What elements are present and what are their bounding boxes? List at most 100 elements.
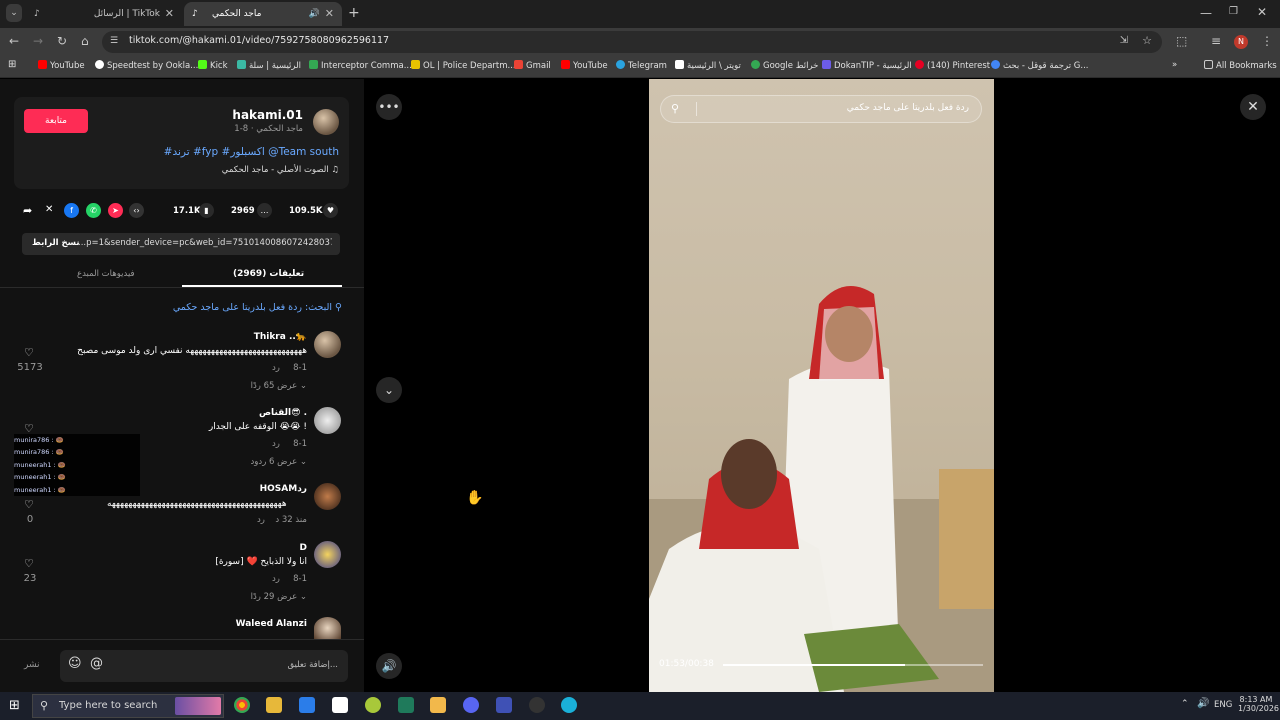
bookmark-item[interactable]: Speedtest by Ookla...	[95, 60, 198, 71]
next-video-chevron-icon[interactable]: ⌄	[376, 377, 402, 403]
comment-like-heart-icon[interactable]: ♡	[24, 498, 34, 511]
view-replies-button[interactable]: عرض 65 ردًا ⌄	[251, 381, 307, 391]
close-tab-icon[interactable]: ✕	[165, 2, 174, 26]
facebook-icon[interactable]: f	[64, 203, 79, 218]
bookmark-item[interactable]: YouTube	[38, 60, 85, 71]
commenter-name[interactable]: Waleed Alanzi	[236, 619, 307, 629]
reload-icon[interactable]: ↻	[57, 34, 67, 48]
media-icon[interactable]: ≡	[1211, 34, 1221, 48]
mention-icon[interactable]: @	[90, 656, 103, 671]
reply-button[interactable]: رد	[272, 574, 280, 584]
volume-icon[interactable]: 🔊	[376, 653, 402, 679]
author-username[interactable]: hakami.01	[232, 108, 303, 122]
new-tab-button[interactable]: +	[348, 5, 360, 21]
discord-icon[interactable]	[463, 697, 479, 713]
close-icon[interactable]: ✕	[1240, 94, 1266, 120]
view-replies-button[interactable]: عرض 29 ردًا ⌄	[251, 592, 307, 602]
bookmark-icon[interactable]: ▮	[199, 203, 214, 218]
bookmark-item[interactable]: Interceptor Comma...	[309, 60, 412, 71]
view-replies-button[interactable]: عرض 6 ردود ⌄	[251, 457, 307, 467]
bookmark-item[interactable]: (140) Pinterest	[915, 60, 990, 71]
bookmark-item[interactable]: Kick	[198, 60, 228, 71]
share-icon[interactable]: ➦	[23, 204, 32, 217]
all-bookmarks-folder[interactable]: All Bookmarks	[1204, 60, 1277, 71]
copy-link-button[interactable]: نسخ الرابط	[32, 238, 80, 248]
home-icon[interactable]: ⌂	[81, 34, 89, 48]
x-twitter-icon[interactable]: ✕	[45, 204, 53, 215]
site-info-icon[interactable]: ☰	[110, 36, 118, 46]
commenter-avatar[interactable]	[314, 617, 341, 639]
app-icon[interactable]	[430, 697, 446, 713]
reply-button[interactable]: رد	[272, 439, 280, 449]
bookmark-item[interactable]: تويتر \ الرئيسية	[675, 60, 741, 71]
reply-button[interactable]: رد	[272, 363, 280, 373]
edge-icon[interactable]	[561, 697, 577, 713]
taskbar-search[interactable]: ⚲ Type here to search	[32, 694, 224, 718]
app-icon[interactable]	[365, 697, 381, 713]
like-heart-icon[interactable]: ♥	[323, 203, 338, 218]
bookmark-item[interactable]: الرئيسية | سلة	[237, 60, 301, 71]
bookmark-star-icon[interactable]: ☆	[1142, 34, 1152, 47]
sound-label[interactable]: الصوت الأصلي - ماجد الحكمي ♫	[222, 165, 339, 175]
bookmark-item[interactable]: DokanTIP - الرئيسية	[822, 60, 912, 71]
close-window-icon[interactable]: ✕	[1257, 5, 1267, 19]
forward-icon[interactable]: →	[33, 34, 43, 48]
store-icon[interactable]	[299, 697, 315, 713]
comment-search-suggestion[interactable]: البحث: ردة فعل بلدريتا على ماجد حكمي ⚲	[173, 302, 342, 313]
mail-icon[interactable]	[332, 697, 348, 713]
chrome-icon[interactable]	[234, 697, 250, 713]
clock[interactable]: 8:13 AM 1/30/2026	[1238, 695, 1279, 713]
post-comment-button[interactable]: نشر	[24, 660, 40, 670]
comment-like-heart-icon[interactable]: ♡	[24, 557, 34, 570]
comment-like-heart-icon[interactable]: ♡	[24, 346, 34, 359]
tab-creator-videos[interactable]: فيديوهات المبدع	[77, 269, 135, 279]
comment-icon[interactable]: …	[257, 203, 272, 218]
more-bookmarks-icon[interactable]: »	[1172, 60, 1177, 70]
comment-input[interactable]: ☺ @ إضافة تعليق...	[60, 650, 348, 682]
commenter-avatar[interactable]	[314, 541, 341, 568]
bookmark-item[interactable]: ترجمة قوقل - بحث G...	[991, 60, 1089, 71]
app-icon[interactable]	[496, 697, 512, 713]
bookmark-item[interactable]: YouTube	[561, 60, 608, 71]
video-search-bar[interactable]: ⚲ ردة فعل بلدريتا على ماجد حكمي	[660, 95, 982, 123]
commenter-avatar[interactable]	[314, 483, 341, 510]
extensions-icon[interactable]: ⬚	[1176, 34, 1187, 48]
xbox-icon[interactable]	[398, 697, 414, 713]
embed-icon[interactable]: ‹›	[129, 203, 144, 218]
tray-chevron-icon[interactable]: ⌃	[1181, 699, 1189, 709]
bookmark-item[interactable]: Telegram	[616, 60, 667, 71]
tab-messages[interactable]: ♪ الرسائل | TikTok ✕	[28, 2, 180, 26]
app-icon[interactable]	[529, 697, 545, 713]
whatsapp-icon[interactable]: ✆	[86, 203, 101, 218]
volume-tray-icon[interactable]: 🔊	[1197, 698, 1209, 709]
video-progress-bar[interactable]	[723, 664, 983, 666]
minimize-icon[interactable]: —	[1200, 6, 1212, 20]
speaker-icon[interactable]: 🔊	[309, 2, 320, 26]
close-tab-icon[interactable]: ✕	[325, 2, 334, 26]
install-icon[interactable]: ⇲	[1120, 35, 1128, 46]
commenter-avatar[interactable]	[314, 407, 341, 434]
language-indicator[interactable]: ENG	[1214, 700, 1232, 710]
address-bar[interactable]: ☰ tiktok.com/@hakami.01/video/7592758080…	[102, 31, 1162, 53]
bookmark-item[interactable]: Gmail	[514, 60, 551, 71]
windows-start-icon[interactable]: ⊞	[9, 698, 20, 713]
bookmark-item[interactable]: Google خرائط	[751, 60, 818, 71]
commenter-avatar[interactable]	[314, 331, 341, 358]
emoji-icon[interactable]: ☺	[68, 656, 82, 671]
post-caption[interactable]: #ترند #fyp #اكسبلور @Team south	[164, 146, 339, 158]
file-explorer-icon[interactable]	[266, 697, 282, 713]
reply-button[interactable]: رد	[257, 515, 265, 525]
commenter-name[interactable]: القناص😎 .	[259, 408, 307, 418]
apps-icon[interactable]: ⊞	[8, 59, 16, 70]
author-avatar[interactable]	[313, 109, 339, 135]
restore-icon[interactable]: ❐	[1229, 6, 1238, 17]
bookmark-item[interactable]: OL | Police Departm...	[411, 60, 516, 71]
video-player[interactable]: ⚲ ردة فعل بلدريتا على ماجد حكمي 01:53/00…	[649, 79, 994, 692]
tab-search-icon[interactable]: ⌄	[6, 4, 22, 22]
follow-button[interactable]: متابعة	[24, 109, 88, 133]
back-icon[interactable]: ←	[9, 34, 19, 48]
search-icon[interactable]: ⚲	[671, 102, 679, 115]
commenter-name[interactable]: Thikra ..🐆	[254, 332, 307, 342]
tab-tiktok-video[interactable]: ♪ ماجد الحكمي (@hakami.01) 🔊 ✕	[184, 2, 342, 43]
tab-comments[interactable]: تعليقات (2969)	[233, 269, 304, 279]
